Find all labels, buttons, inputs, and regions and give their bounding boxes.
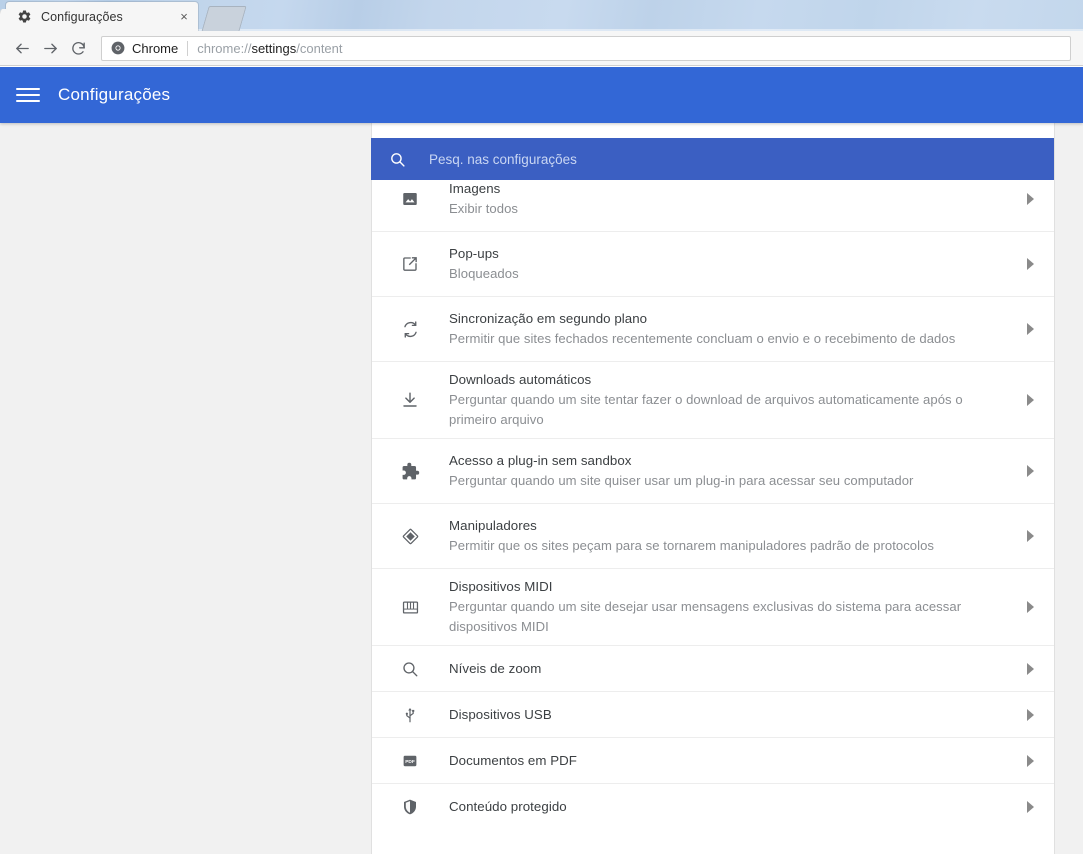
search-icon [387,149,407,169]
content-settings-card: Perguntar primeiro Imagens Exibi [371,123,1055,854]
settings-row-niveis-de-zoom[interactable]: Níveis de zoom [372,646,1054,692]
reload-button[interactable] [64,34,92,62]
card-bottom-space [372,830,1054,854]
row-title: Conteúdo protegido [449,799,567,814]
settings-row-dispositivos-midi[interactable]: Dispositivos MIDI Perguntar quando um si… [372,569,1054,646]
chevron-right-icon[interactable] [1022,530,1038,542]
chevron-right-icon[interactable] [1022,754,1038,767]
settings-row-documentos-em-pdf[interactable]: PDF Documentos em PDF [372,738,1054,784]
security-chip-label: Chrome [132,40,179,56]
row-text-block: Conteúdo protegido [449,798,1022,816]
row-text-block: Níveis de zoom [449,660,1022,678]
settings-row-dispositivos-usb[interactable]: Dispositivos USB [372,692,1054,738]
settings-search-box[interactable]: Pesq. nas configurações [371,138,1054,180]
row-text-block: Manipuladores Permitir que os sites peça… [449,517,1022,556]
row-subtitle: Permitir que sites fechados recentemente… [449,330,956,346]
row-subtitle: Exibir todos [449,200,519,216]
settings-row-downloads-automaticos[interactable]: Downloads automáticos Perguntar quando u… [372,362,1054,439]
row-text-block: Documentos em PDF [449,752,1022,770]
settings-row-sincronizacao-segundo-plano[interactable]: Sincronização em segundo plano Permitir … [372,297,1054,362]
row-text-block: Pop-ups Bloqueados [449,245,1022,284]
chevron-right-icon[interactable] [1022,708,1038,721]
chevron-right-icon[interactable] [1022,601,1038,613]
search-input[interactable]: Pesq. nas configurações [429,152,577,167]
shield-icon [399,798,421,816]
sync-icon [399,320,421,339]
row-text-block: Dispositivos MIDI Perguntar quando um si… [449,578,1022,637]
back-button[interactable] [8,34,36,62]
chevron-right-icon[interactable] [1022,662,1038,675]
row-title: Imagens [449,180,501,196]
close-icon[interactable]: × [176,9,192,25]
address-bar[interactable]: Chrome chrome://settings/content [101,35,1071,61]
url-highlight: settings [251,40,297,56]
url-text: chrome://settings/content [197,41,342,56]
popup-icon [399,255,421,273]
chevron-right-icon[interactable] [1022,258,1038,270]
tab-strip: Configurações × [0,0,1083,31]
row-text-block: Acesso a plug-in sem sandbox Perguntar q… [449,452,1022,491]
chrome-browser-window: Configurações × Chrome chrome://settings… [0,0,1083,854]
omnibox-divider [187,40,189,56]
image-icon [399,190,421,208]
row-text-block: Imagens Exibir todos [449,180,1022,219]
tab-title: Configurações [41,9,123,24]
row-title: Acesso a plug-in sem sandbox [449,452,632,468]
url-suffix: /content [296,40,343,56]
new-tab-button[interactable] [201,6,247,31]
row-text-block: Dispositivos USB [449,706,1022,724]
chevron-right-icon[interactable] [1022,193,1038,205]
midi-icon [399,598,421,617]
row-title: Documentos em PDF [449,752,577,768]
row-title: Níveis de zoom [449,660,542,676]
chevron-right-icon[interactable] [1022,323,1038,335]
row-subtitle: Perguntar quando um site desejar usar me… [449,598,962,634]
settings-page: Perguntar primeiro Imagens Exibi [0,67,1083,854]
chevron-right-icon[interactable] [1022,465,1038,477]
settings-row-conteudo-protegido[interactable]: Conteúdo protegido [372,784,1054,830]
row-text-block: Sincronização em segundo plano Permitir … [449,310,1022,349]
chrome-logo-icon [110,40,126,56]
row-title: Sincronização em segundo plano [449,310,648,326]
pdf-icon: PDF [399,752,421,770]
forward-button[interactable] [36,34,64,62]
row-text-block: Downloads automáticos Perguntar quando u… [449,371,1022,430]
handlers-icon [399,527,421,546]
url-prefix: chrome:// [197,40,252,56]
gear-icon [16,9,32,25]
row-subtitle: Perguntar quando um site quiser usar um … [449,472,914,488]
row-title: Downloads automáticos [449,371,592,387]
browser-tab-configuracoes[interactable]: Configurações × [6,2,198,31]
puzzle-icon [399,462,421,481]
row-subtitle: Bloqueados [449,265,519,281]
settings-row-manipuladores[interactable]: Manipuladores Permitir que os sites peça… [372,504,1054,569]
row-subtitle: Permitir que os sites peçam para se torn… [449,537,935,553]
row-title: Pop-ups [449,245,499,261]
zoom-search-icon [399,660,421,678]
row-title: Dispositivos USB [449,706,552,722]
row-subtitle: Perguntar quando um site tentar fazer o … [449,391,963,427]
usb-icon [399,706,421,724]
row-title: Manipuladores [449,517,537,533]
browser-toolbar: Chrome chrome://settings/content [0,31,1083,66]
settings-row-popups[interactable]: Pop-ups Bloqueados [372,232,1054,297]
row-title: Dispositivos MIDI [449,578,553,594]
settings-top-bar: Configurações [0,67,1083,123]
settings-row-acesso-plugin-sem-sandbox[interactable]: Acesso a plug-in sem sandbox Perguntar q… [372,439,1054,504]
hamburger-menu-icon[interactable] [16,83,40,107]
download-icon [399,391,421,409]
chevron-right-icon[interactable] [1022,801,1038,813]
chevron-right-icon[interactable] [1022,394,1038,406]
page-title: Configurações [58,85,171,104]
svg-text:PDF: PDF [405,758,415,764]
